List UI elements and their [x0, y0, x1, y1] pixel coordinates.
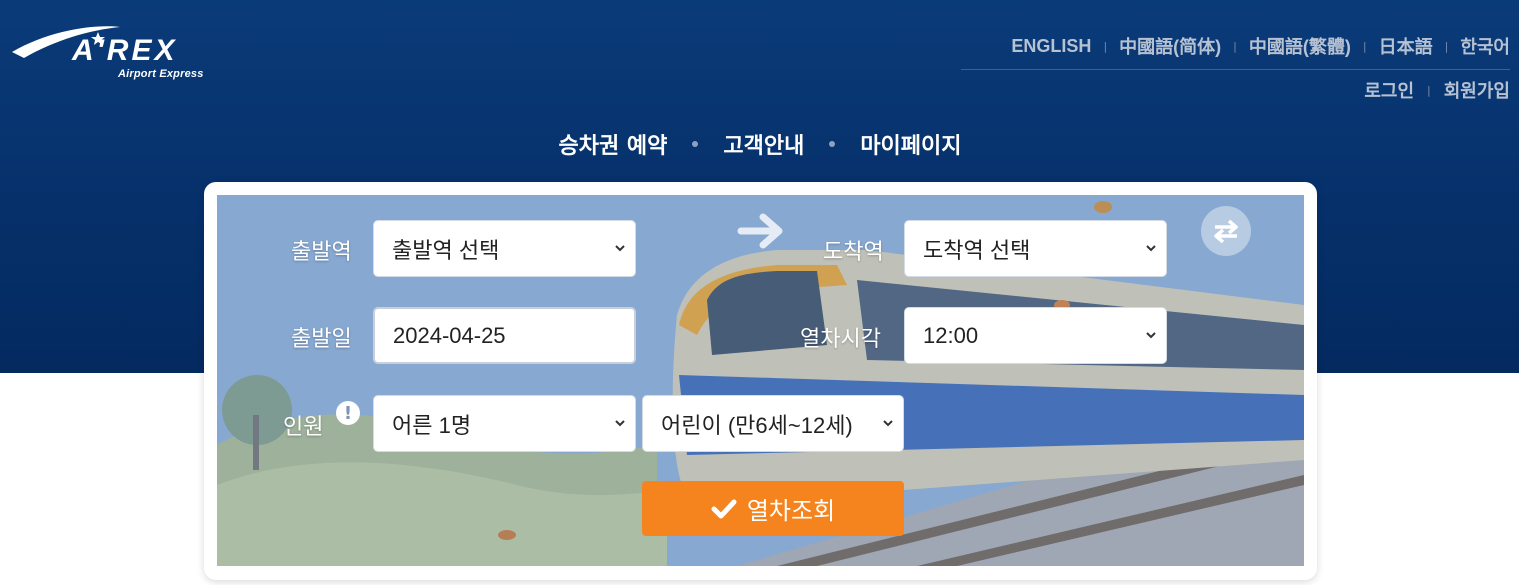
divider: | — [1233, 39, 1237, 53]
time-select[interactable]: 12:00 — [904, 307, 1167, 364]
nav-dot — [692, 141, 699, 147]
lang-chinese-simplified[interactable]: 中國語(简体) — [1119, 33, 1221, 59]
main-nav: 승차권 예약 고객안내 마이페이지 — [0, 128, 1519, 160]
nav-dot — [829, 141, 836, 147]
departure-label: 출발역 — [291, 240, 352, 265]
lang-english[interactable]: ENGLISH — [1011, 36, 1091, 57]
chevron-down-icon — [1146, 245, 1156, 252]
info-icon[interactable]: ! — [336, 401, 360, 425]
divider: | — [1362, 39, 1367, 53]
nav-my-page[interactable]: 마이페이지 — [860, 128, 961, 160]
arrival-label: 도착역 — [823, 240, 884, 265]
time-label: 열차시각 — [800, 327, 881, 352]
nav-customer-info[interactable]: 고객안내 — [723, 128, 804, 160]
date-input[interactable]: 2024-04-25 — [373, 307, 636, 364]
divider: | — [1427, 83, 1431, 97]
search-trains-button[interactable]: 열차조회 — [642, 481, 904, 536]
swap-icon — [1214, 219, 1238, 243]
logo-text: A'REX — [71, 34, 177, 67]
departure-select[interactable]: 출발역 선택 — [373, 220, 636, 277]
header-divider — [961, 69, 1510, 70]
departure-select-value: 출발역 선택 — [392, 237, 500, 263]
divider: | — [1444, 39, 1449, 53]
lang-korean[interactable]: 한국어 — [1460, 33, 1510, 59]
chevron-down-icon — [615, 420, 625, 427]
arrival-select-value: 도착역 선택 — [923, 237, 1031, 263]
chevron-down-icon — [1146, 332, 1156, 339]
date-label: 출발일 — [291, 327, 352, 352]
divider: | — [1103, 39, 1108, 53]
lang-japanese[interactable]: 日本語 — [1379, 33, 1433, 59]
nav-ticket-booking[interactable]: 승차권 예약 — [558, 128, 667, 160]
chevron-down-icon — [615, 245, 625, 252]
login-link[interactable]: 로그인 — [1364, 77, 1414, 103]
arrow-right-icon — [737, 213, 783, 249]
time-select-value: 12:00 — [923, 322, 979, 348]
child-count-value: 어린이 (만6세~12세) — [661, 412, 853, 438]
child-count-select[interactable]: 어린이 (만6세~12세) — [642, 395, 904, 452]
signup-link[interactable]: 회원가입 — [1444, 77, 1510, 103]
booking-form: 출발역 출발역 선택 도착역 도착역 선택 출발일 2024-04-25 열차시… — [217, 195, 1304, 566]
swap-stations-button[interactable] — [1201, 206, 1251, 256]
adult-count-select[interactable]: 어른 1명 — [373, 395, 636, 452]
chevron-down-icon — [883, 420, 893, 427]
check-icon — [711, 499, 737, 518]
language-menu: ENGLISH | 中國語(简体) | 中國語(繁體) | 日本語 | 한국어 — [1011, 33, 1510, 59]
date-input-value: 2024-04-25 — [393, 322, 506, 348]
adult-count-value: 어른 1명 — [392, 412, 472, 438]
arrival-select[interactable]: 도착역 선택 — [904, 220, 1167, 277]
logo-subtitle: Airport Express — [118, 68, 204, 80]
user-menu: 로그인 | 회원가입 — [1364, 77, 1510, 103]
booking-panel: 출발역 출발역 선택 도착역 도착역 선택 출발일 2024-04-25 열차시… — [204, 182, 1317, 580]
lang-chinese-traditional[interactable]: 中國語(繁體) — [1249, 33, 1351, 59]
passenger-label: 인원 — [283, 415, 324, 440]
search-button-label: 열차조회 — [746, 497, 836, 525]
arex-logo[interactable]: A'REX Airport Express — [10, 22, 215, 84]
